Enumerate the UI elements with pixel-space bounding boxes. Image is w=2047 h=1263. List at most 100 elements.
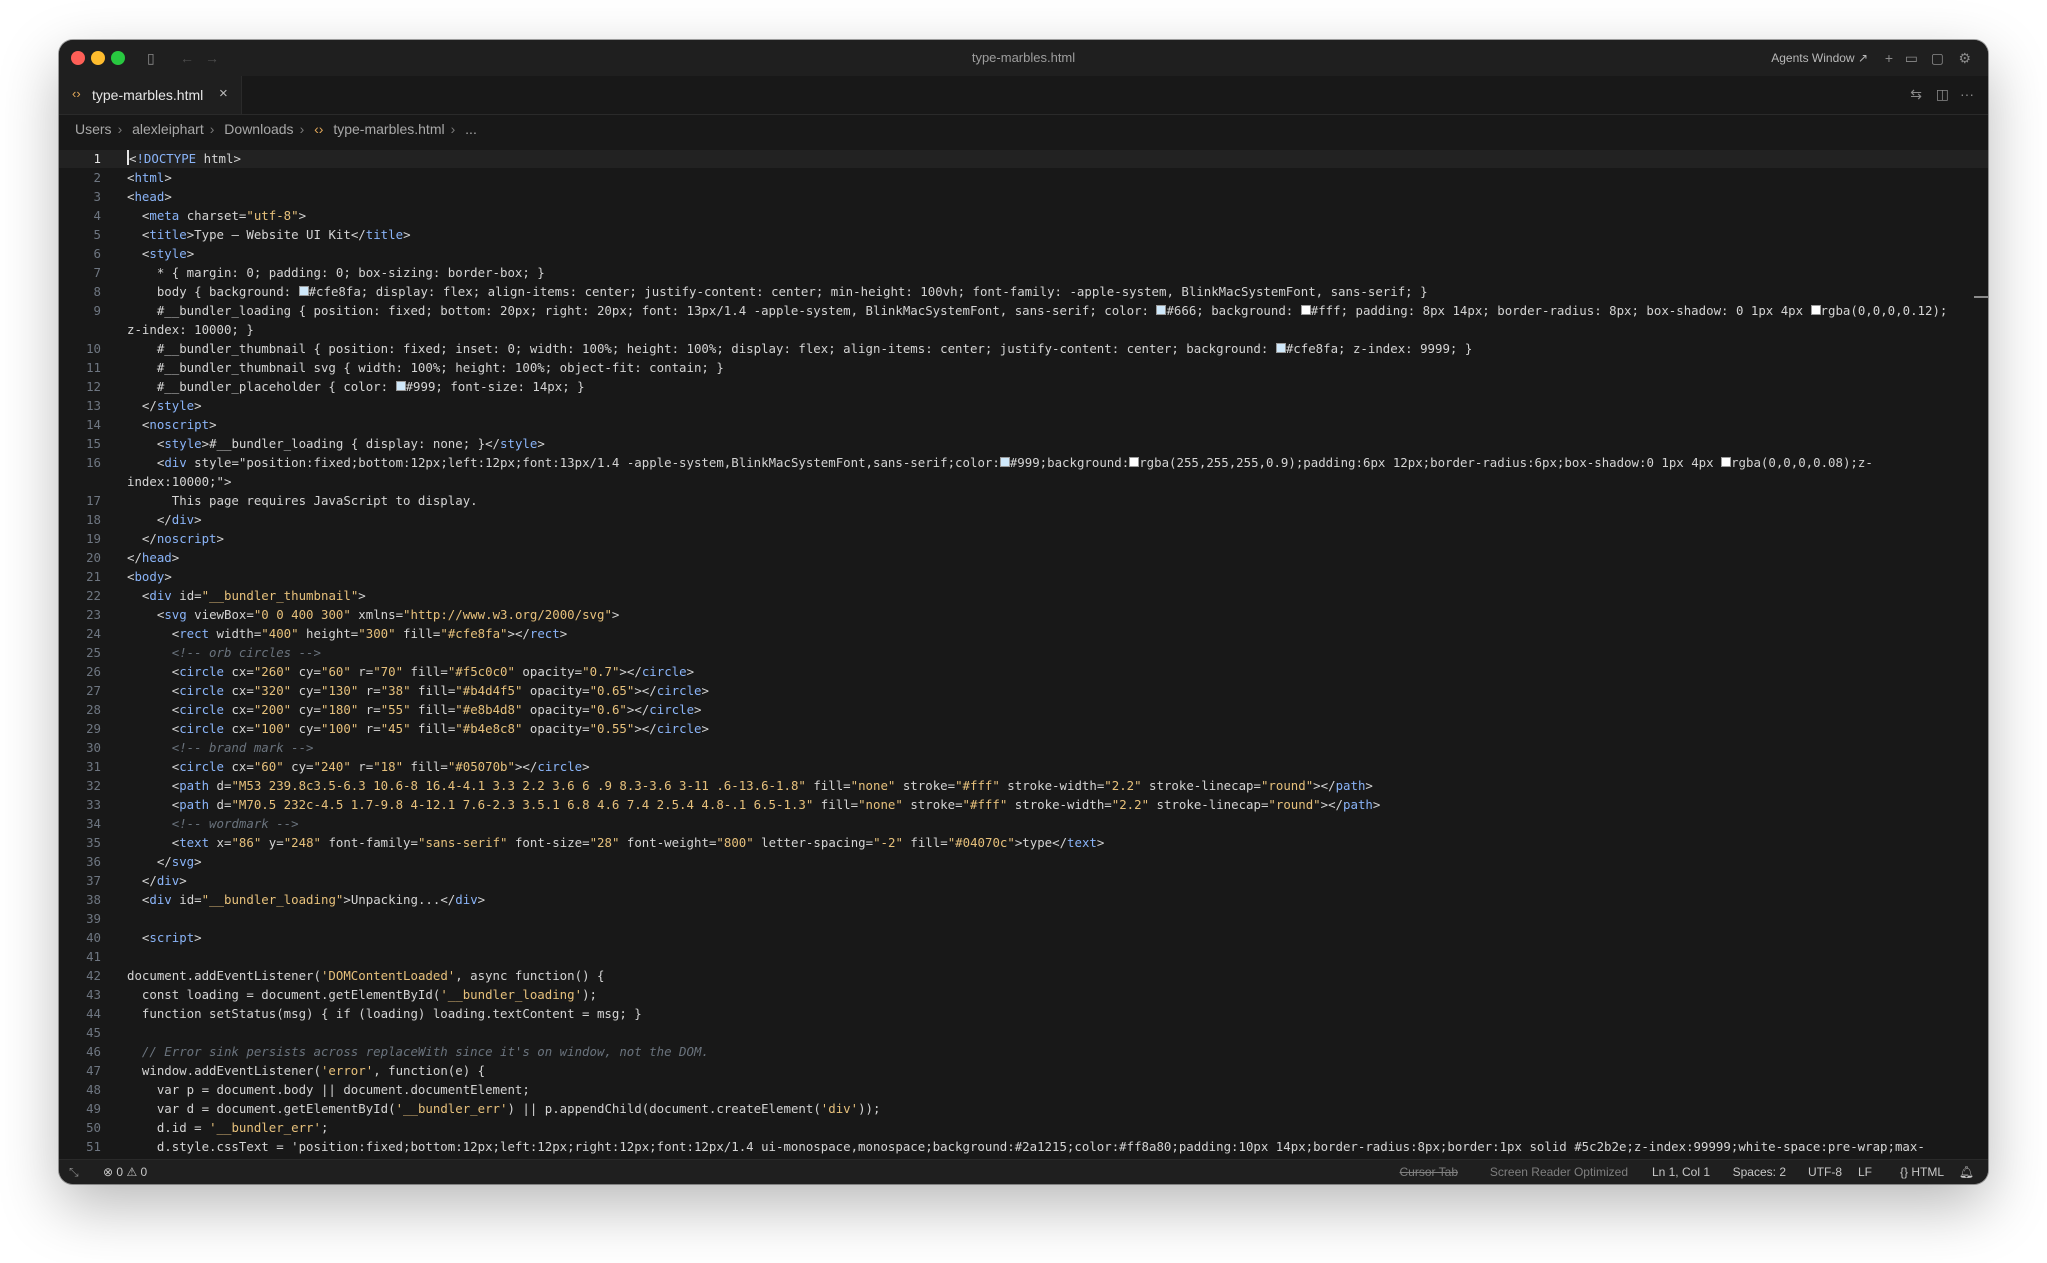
code-line[interactable]: 2 <html>: [59, 169, 1988, 187]
code-text: var d = document.getElementById('__bundl…: [127, 1101, 881, 1116]
panel-icon[interactable]: ▭: [1905, 49, 1918, 67]
line-number: 51: [86, 1139, 101, 1154]
code-line[interactable]: 40 <script>: [59, 929, 1988, 947]
line-number: 1: [93, 151, 101, 166]
code-line[interactable]: 28 <circle cx="200" cy="180" r="55" fill…: [59, 701, 1988, 719]
problems-indicator[interactable]: ⊗ 0 ⚠ 0: [103, 1165, 147, 1179]
code-line[interactable]: 35 <text x="86" y="248" font-family="san…: [59, 834, 1988, 852]
code-line[interactable]: 7 * { margin: 0; padding: 0; box-sizing:…: [59, 264, 1988, 282]
code-line[interactable]: 47 window.addEventListener('error', func…: [59, 1062, 1988, 1080]
more-actions-icon[interactable]: ···: [1960, 86, 1974, 102]
code-text: <!-- brand mark -->: [127, 740, 314, 755]
code-line[interactable]: 45: [59, 1024, 1988, 1042]
eol-status[interactable]: LF: [1858, 1165, 1872, 1179]
code-line[interactable]: 16 <div style="position:fixed;bottom:12p…: [59, 454, 1988, 472]
plus-icon[interactable]: +: [1885, 49, 1893, 67]
code-text: </div>: [127, 873, 187, 888]
line-number: 45: [86, 1025, 101, 1040]
code-line[interactable]: 32 <path d="M53 239.8c3.5-6.3 10.6-8 16.…: [59, 777, 1988, 795]
breadcrumb-downloads[interactable]: Downloads: [224, 121, 293, 137]
line-number: 3: [93, 189, 101, 204]
code-line[interactable]: 31 <circle cx="60" cy="240" r="18" fill=…: [59, 758, 1988, 776]
code-line[interactable]: 48 var p = document.body || document.doc…: [59, 1081, 1988, 1099]
code-line[interactable]: 37 </div>: [59, 872, 1988, 890]
screen-reader-status[interactable]: Screen Reader Optimized: [1490, 1165, 1628, 1179]
code-line[interactable]: 27 <circle cx="320" cy="130" r="38" fill…: [59, 682, 1988, 700]
code-text: * { margin: 0; padding: 0; box-sizing: b…: [127, 265, 545, 280]
gear-icon[interactable]: ⚙: [1958, 49, 1971, 67]
compare-icon[interactable]: ⇆: [1910, 86, 1922, 103]
breadcrumb-file[interactable]: type-marbles.html: [333, 121, 444, 137]
code-line[interactable]: 39: [59, 910, 1988, 928]
code-line[interactable]: 1 <!DOCTYPE html>: [59, 150, 1988, 168]
code-line[interactable]: 17 This page requires JavaScript to disp…: [59, 492, 1988, 510]
code-line[interactable]: 49 var d = document.getElementById('__bu…: [59, 1100, 1988, 1118]
code-line[interactable]: 11 #__bundler_thumbnail svg { width: 100…: [59, 359, 1988, 377]
code-line[interactable]: 22 <div id="__bundler_thumbnail">: [59, 587, 1988, 605]
code-line[interactable]: 19 </noscript>: [59, 530, 1988, 548]
chat-icon[interactable]: ▢: [1931, 49, 1944, 67]
code-line[interactable]: 10 #__bundler_thumbnail { position: fixe…: [59, 340, 1988, 358]
breadcrumb-users[interactable]: Users: [75, 121, 112, 137]
breadcrumb-user[interactable]: alexleiphart: [132, 121, 204, 137]
code-line[interactable]: 14 <noscript>: [59, 416, 1988, 434]
tab-type-marbles[interactable]: ‹› type-marbles.html ×: [59, 76, 242, 114]
code-line[interactable]: 46 // Error sink persists across replace…: [59, 1043, 1988, 1061]
line-number: 23: [86, 607, 101, 622]
close-tab-icon[interactable]: ×: [219, 85, 228, 102]
code-text: d.style.cssText = 'position:fixed;bottom…: [127, 1139, 1925, 1154]
encoding-status[interactable]: UTF-8: [1808, 1165, 1842, 1179]
code-line[interactable]: 20 </head>: [59, 549, 1988, 567]
remote-icon[interactable]: ⤡: [69, 1165, 79, 1180]
code-line[interactable]: 21 <body>: [59, 568, 1988, 586]
code-line[interactable]: 9 #__bundler_loading { position: fixed; …: [59, 302, 1988, 320]
code-editor[interactable]: 1 <!DOCTYPE html> 2 <html> 3 <head> 4 <meta ch…: [59, 148, 1988, 1160]
code-line[interactable]: 29 <circle cx="100" cy="100" r="45" fill…: [59, 720, 1988, 738]
language-label: HTML: [1911, 1165, 1944, 1179]
line-number: 48: [86, 1082, 101, 1097]
code-text: <path d="M53 239.8c3.5-6.3 10.6-8 16.4-4…: [127, 778, 1373, 793]
code-line[interactable]: 44 function setStatus(msg) { if (loading…: [59, 1005, 1988, 1023]
agents-window-label: Agents Window: [1771, 51, 1855, 65]
code-line[interactable]: 36 </svg>: [59, 853, 1988, 871]
code-line[interactable]: 4 <meta charset="utf-8">: [59, 207, 1988, 225]
code-line[interactable]: 50 d.id = '__bundler_err';: [59, 1119, 1988, 1137]
code-text: document.addEventListener('DOMContentLoa…: [127, 968, 605, 983]
code-line[interactable]: 18 </div>: [59, 511, 1988, 529]
code-line[interactable]: index:10000;">: [59, 473, 1988, 491]
code-line[interactable]: 24 <rect width="400" height="300" fill="…: [59, 625, 1988, 643]
code-line[interactable]: 5 <title>Type – Website UI Kit</title>: [59, 226, 1988, 244]
code-line[interactable]: z-index: 10000; }: [59, 321, 1988, 339]
code-line[interactable]: 38 <div id="__bundler_loading">Unpacking…: [59, 891, 1988, 909]
html-file-icon: ‹›: [314, 121, 324, 137]
code-line[interactable]: 26 <circle cx="260" cy="60" r="70" fill=…: [59, 663, 1988, 681]
code-line[interactable]: 15 <style>#__bundler_loading { display: …: [59, 435, 1988, 453]
code-line[interactable]: 12 #__bundler_placeholder { color: #999;…: [59, 378, 1988, 396]
code-line[interactable]: 13 </style>: [59, 397, 1988, 415]
window-title: type-marbles.html: [971, 50, 1076, 65]
agents-window-button[interactable]: Agents Window ↗: [1771, 51, 1868, 65]
language-mode[interactable]: {} HTML: [1900, 1165, 1944, 1179]
cursor-position[interactable]: Ln 1, Col 1: [1652, 1165, 1710, 1179]
split-editor-icon[interactable]: ◫: [1936, 86, 1949, 103]
code-line[interactable]: 42 document.addEventListener('DOMContentL…: [59, 967, 1988, 985]
code-line[interactable]: 34 <!-- wordmark -->: [59, 815, 1988, 833]
code-text: z-index: 10000; }: [127, 322, 254, 337]
bell-icon[interactable]: 🔔︎: [1959, 1165, 1974, 1179]
code-line[interactable]: 25 <!-- orb circles -->: [59, 644, 1988, 662]
code-text: var p = document.body || document.docume…: [127, 1082, 530, 1097]
code-line[interactable]: 30 <!-- brand mark -->: [59, 739, 1988, 757]
code-line[interactable]: 23 <svg viewBox="0 0 400 300" xmlns="htt…: [59, 606, 1988, 624]
breadcrumb-symbol[interactable]: ...: [465, 121, 477, 137]
code-line[interactable]: 33 <path d="M70.5 232c-4.5 1.7-9.8 4-12.…: [59, 796, 1988, 814]
code-line[interactable]: 41: [59, 948, 1988, 966]
cursor-tab-status[interactable]: Cursor Tab: [1400, 1165, 1458, 1179]
code-line[interactable]: 51 d.style.cssText = 'position:fixed;bot…: [59, 1138, 1988, 1156]
line-number: 4: [93, 208, 101, 223]
code-line[interactable]: 43 const loading = document.getElementBy…: [59, 986, 1988, 1004]
code-line[interactable]: 8 body { background: #cfe8fa; display: f…: [59, 283, 1988, 301]
indentation-status[interactable]: Spaces: 2: [1733, 1165, 1786, 1179]
line-number: 18: [86, 512, 101, 527]
code-line[interactable]: 6 <style>: [59, 245, 1988, 263]
code-line[interactable]: 3 <head>: [59, 188, 1988, 206]
